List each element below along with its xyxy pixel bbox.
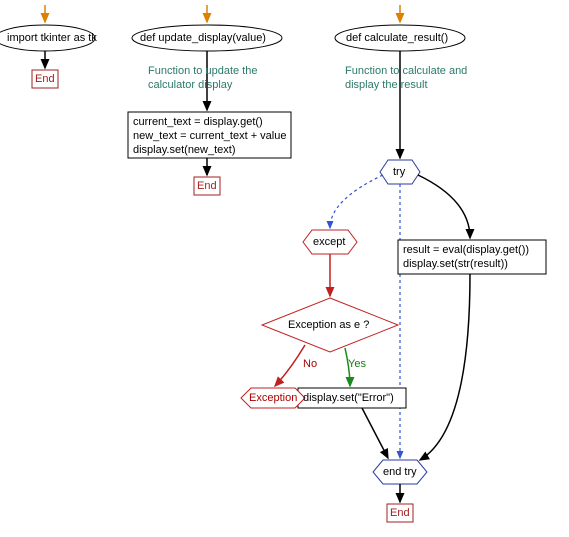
comment-calc-l2: display the result [345, 78, 428, 92]
try-label: try [393, 166, 405, 178]
end-box-2: End [197, 180, 217, 192]
end-box-1: End [35, 73, 55, 85]
comment-calc-l1: Function to calculate and [345, 64, 467, 78]
except-label: except [313, 236, 345, 248]
def-calculate-result: def calculate_result() [346, 32, 448, 44]
update-body-l1: current_text = display.get() [133, 116, 263, 128]
end-box-3: End [390, 507, 410, 519]
no-label: No [303, 358, 317, 370]
diamond-label: Exception as e ? [288, 319, 369, 331]
comment-update-l1: Function to update the [148, 64, 257, 78]
except-body: display.set("Error") [303, 392, 394, 404]
update-body-l3: display.set(new_text) [133, 144, 236, 156]
update-body-l2: new_text = current_text + value [133, 130, 286, 142]
try-body-l2: display.set(str(result)) [403, 258, 508, 270]
exception-label: Exception [249, 392, 297, 404]
comment-update-l2: calculator display [148, 78, 232, 92]
import-statement: import tkinter as tk [7, 32, 97, 44]
endtry-label: end try [383, 466, 417, 478]
try-body-l1: result = eval(display.get()) [403, 244, 529, 256]
def-update-display: def update_display(value) [140, 32, 266, 44]
yes-label: Yes [348, 358, 366, 370]
